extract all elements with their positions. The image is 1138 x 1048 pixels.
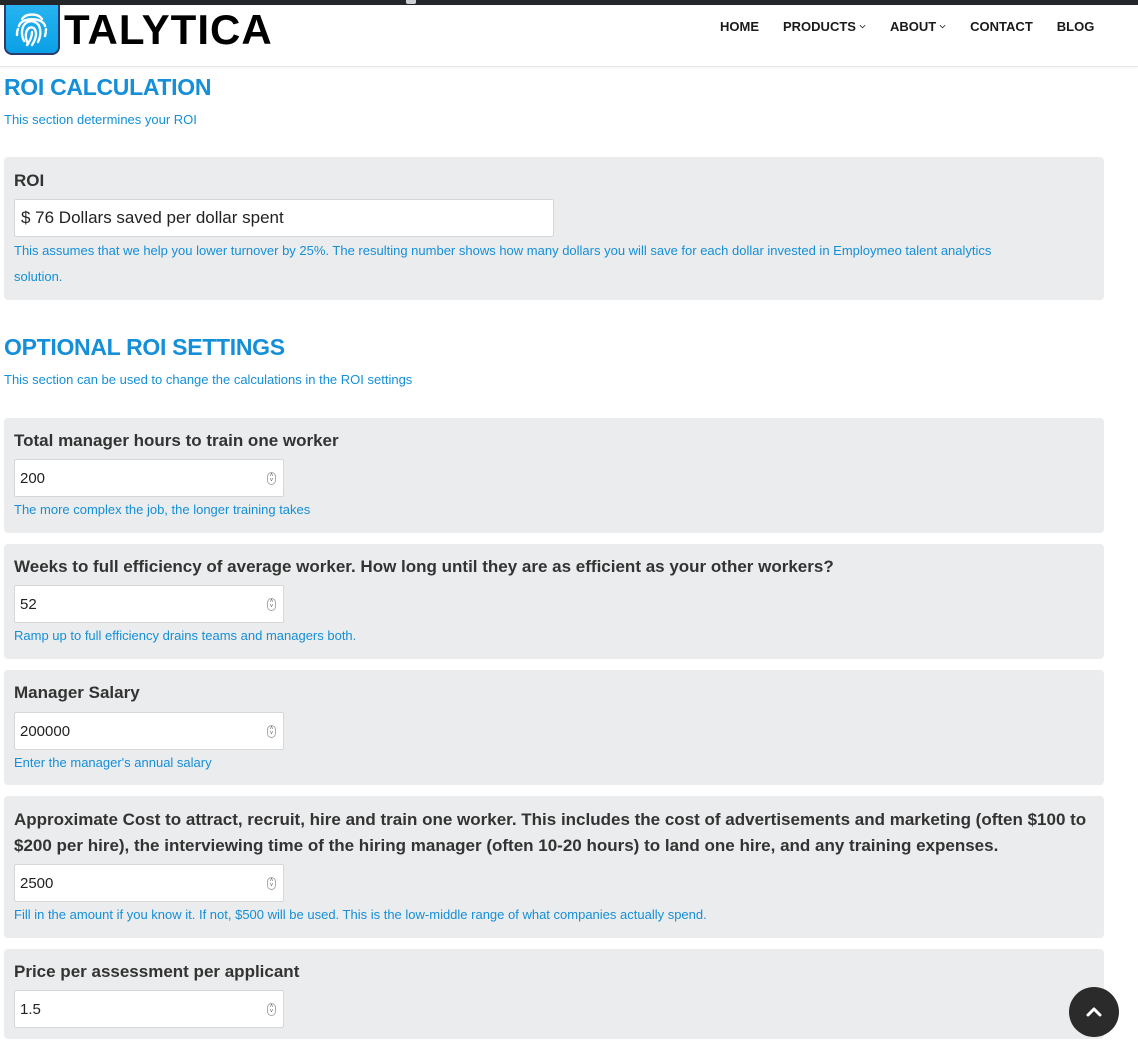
chevron-down-icon (939, 24, 946, 29)
optional-section-title: OPTIONAL ROI SETTINGS (4, 334, 285, 360)
nav-about-label: ABOUT (889, 19, 937, 34)
chevron-down-icon (859, 24, 866, 29)
hire-cost-help: Fill in the amount if you know it. If no… (14, 907, 707, 922)
main-nav: HOME PRODUCTS ABOUT CONTACT BLOG (720, 19, 1094, 34)
manager-hours-help: The more complex the job, the longer tra… (14, 502, 311, 517)
manager-salary-value: 200000 (20, 722, 71, 740)
manager-hours-value: 200 (20, 469, 46, 487)
weeks-efficiency-help: Ramp up to full efficiency drains teams … (14, 628, 357, 643)
manager-hours-input[interactable]: 200 ˄ ˅ (14, 459, 284, 497)
optional-section-subtitle: This section can be used to change the c… (4, 372, 413, 387)
field-panel-hire-cost: Approximate Cost to attract, recruit, hi… (4, 796, 1104, 938)
manager-salary-help: Enter the manager's annual salary (14, 755, 212, 770)
price-assessment-label: Price per assessment per applicant (14, 962, 300, 981)
logo[interactable]: TALYTICA (4, 5, 273, 55)
hire-cost-label-line2: $200 per hire), the interviewing time of… (14, 836, 999, 855)
price-assessment-value: 1.5 (20, 1000, 41, 1018)
nav-home[interactable]: HOME (720, 19, 759, 34)
nav-blog[interactable]: BLOG (1057, 19, 1095, 34)
weeks-efficiency-label: Weeks to full efficiency of average work… (14, 557, 834, 576)
hire-cost-label-line1: Approximate Cost to attract, recruit, hi… (14, 810, 1087, 829)
weeks-efficiency-input[interactable]: 52 ˄ ˅ (14, 585, 284, 623)
spinner-icon[interactable]: ˄ ˅ (267, 1003, 276, 1016)
nav-about[interactable]: ABOUT (890, 19, 946, 34)
spinner-icon[interactable]: ˄ ˅ (267, 877, 276, 890)
field-panel-manager-hours: Total manager hours to train one worker … (4, 418, 1104, 533)
site-header: TALYTICA HOME PRODUCTS ABOUT CONTACT BLO… (0, 5, 1138, 67)
spinner-icon[interactable]: ˄ ˅ (267, 598, 276, 611)
chevron-up-icon (1086, 1007, 1102, 1017)
fingerprint-icon (4, 5, 60, 55)
roi-help-text: This assumes that we help you lower turn… (14, 243, 992, 258)
roi-output-field[interactable]: $ 76 Dollars saved per dollar spent (14, 199, 554, 237)
nav-blog-label: BLOG (1056, 19, 1095, 34)
roi-label: ROI (14, 171, 45, 190)
manager-hours-label: Total manager hours to train one worker (14, 431, 339, 450)
nav-home-label: HOME (720, 19, 759, 34)
manager-salary-label: Manager Salary (14, 683, 140, 702)
nav-products[interactable]: PRODUCTS (783, 19, 866, 34)
roi-value: $ 76 Dollars saved per dollar spent (21, 208, 284, 227)
nav-contact-label: CONTACT (970, 19, 1033, 34)
roi-help-text-cont: solution. (14, 269, 63, 284)
nav-products-label: PRODUCTS (783, 19, 856, 34)
field-panel-price-assessment: Price per assessment per applicant 1.5 ˄… (4, 949, 1104, 1039)
back-to-top-button[interactable] (1069, 987, 1119, 1037)
roi-section-title: ROI CALCULATION (4, 74, 212, 100)
field-panel-manager-salary: Manager Salary 200000 ˄ ˅ Enter the manag… (4, 670, 1104, 785)
weeks-efficiency-value: 52 (20, 595, 37, 613)
spinner-icon[interactable]: ˄ ˅ (267, 472, 276, 485)
roi-panel: ROI $ 76 Dollars saved per dollar spent … (4, 157, 1104, 300)
price-assessment-input[interactable]: 1.5 ˄ ˅ (14, 990, 284, 1028)
hire-cost-input[interactable]: 2500 ˄ ˅ (14, 864, 284, 902)
brand-name: TALYTICA (64, 6, 273, 53)
nav-contact[interactable]: CONTACT (970, 19, 1033, 34)
manager-salary-input[interactable]: 200000 ˄ ˅ (14, 712, 284, 750)
field-panel-weeks-efficiency: Weeks to full efficiency of average work… (4, 544, 1104, 659)
hire-cost-value: 2500 (20, 874, 54, 892)
roi-section-subtitle: This section determines your ROI (4, 112, 197, 127)
top-bar-handle (406, 0, 416, 4)
spinner-icon[interactable]: ˄ ˅ (267, 725, 276, 738)
